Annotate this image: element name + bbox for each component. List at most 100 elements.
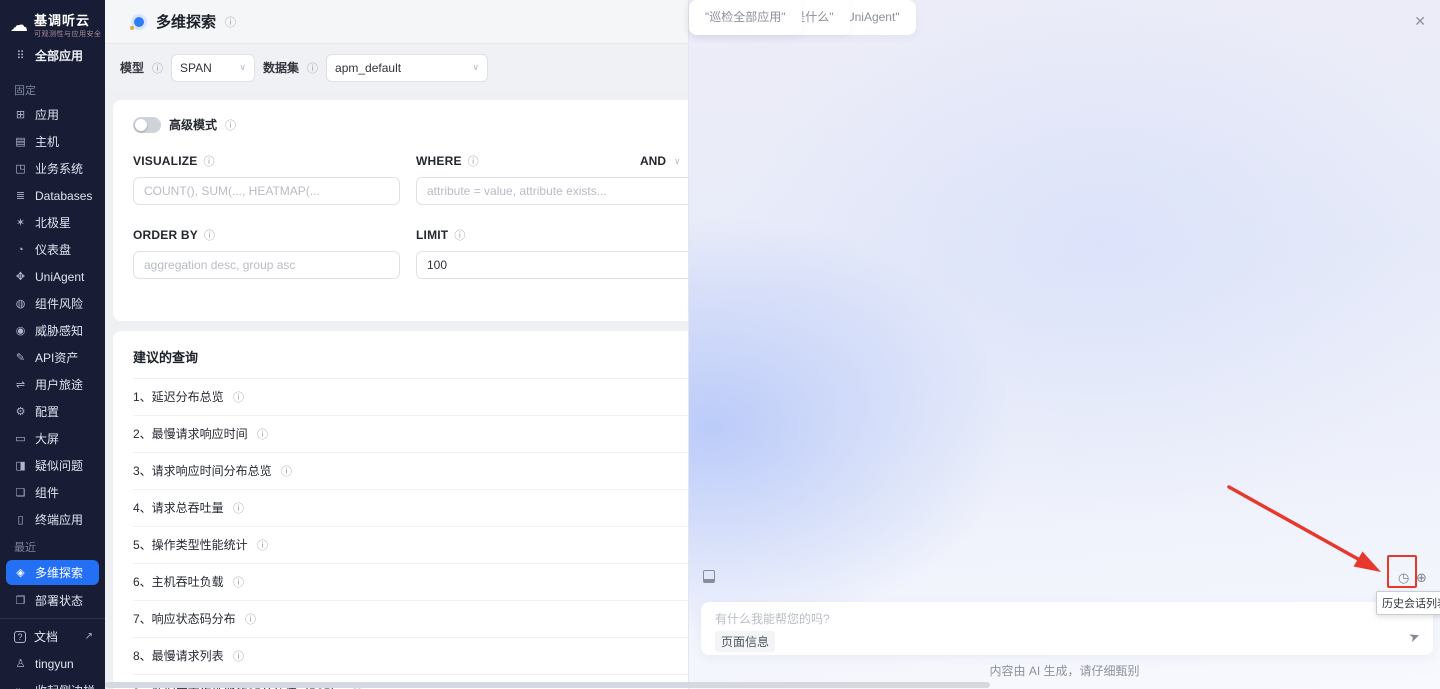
ai-suggestion-bubble[interactable]: "巡检全部应用": [689, 0, 802, 35]
info-icon[interactable]: ⓘ: [233, 392, 244, 404]
suggested-query-label: 3、请求响应时间分布总览: [133, 464, 272, 478]
page-info-chip[interactable]: 页面信息: [715, 631, 775, 652]
sidebar-item-icon: ✎: [14, 351, 27, 364]
sidebar-item[interactable]: ▭ 大屏: [0, 425, 105, 452]
sidebar-item[interactable]: ▤ 主机: [0, 128, 105, 155]
sidebar-item-icon: ◨: [14, 459, 27, 472]
model-label: 模型: [120, 59, 144, 76]
where-operator-select[interactable]: AND ∨: [640, 154, 681, 168]
chat-input-placeholder: 有什么我能帮您的吗?: [715, 610, 830, 627]
horizontal-scrollbar[interactable]: [105, 682, 990, 688]
sidebar-item[interactable]: ◈ 多维探索: [6, 560, 99, 585]
sidebar-item-icon: ▭: [14, 432, 27, 445]
sidebar-item-label: 业务系统: [35, 160, 83, 177]
sidebar-recent: ◈ 多维探索 ❐ 部署状态: [0, 558, 105, 614]
sidebar-item-label: API资产: [35, 349, 78, 366]
sidebar-item-icon: ✶: [14, 216, 27, 229]
sidebar-item-label: UniAgent: [35, 270, 84, 284]
sidebar-item-icon: ❏: [14, 486, 27, 499]
sidebar-item[interactable]: ❐ 部署状态: [0, 587, 105, 614]
sidebar-item-label: 配置: [35, 403, 59, 420]
app-logo[interactable]: ☁ 基调听云 可观测性与应用安全: [0, 0, 105, 47]
info-icon[interactable]: ⓘ: [203, 153, 214, 169]
info-icon[interactable]: ⓘ: [307, 60, 318, 76]
collapse-sidebar-icon: ⇤: [14, 684, 27, 689]
model-select-value: SPAN: [180, 61, 212, 75]
annotation-highlight-box: [1387, 555, 1417, 588]
sidebar-item-label: 大屏: [35, 430, 59, 447]
orderby-input[interactable]: [133, 251, 400, 279]
sidebar-item-label: 终端应用: [35, 511, 83, 528]
sidebar-item[interactable]: ▯ 终端应用: [0, 506, 105, 533]
info-icon[interactable]: ⓘ: [233, 577, 244, 589]
suggested-query-label: 2、最慢请求响应时间: [133, 427, 248, 441]
new-chat-icon[interactable]: ⊕: [1416, 571, 1427, 584]
info-icon[interactable]: ⓘ: [257, 429, 268, 441]
info-icon[interactable]: ⓘ: [257, 540, 268, 552]
sidebar-item-label: 组件: [35, 484, 59, 501]
send-icon[interactable]: ➤: [1407, 628, 1423, 647]
sidebar-item[interactable]: ⊞ 应用: [0, 101, 105, 128]
question-icon: ?: [14, 631, 26, 643]
close-icon[interactable]: ✕: [1414, 13, 1426, 30]
sidebar-item[interactable]: ◉ 威胁感知: [0, 317, 105, 344]
info-icon[interactable]: ⓘ: [245, 614, 256, 626]
sidebar-item[interactable]: ◍ 组件风险: [0, 290, 105, 317]
external-link-icon[interactable]: ↗: [85, 631, 93, 642]
multi-explore-badge-icon: [131, 14, 147, 30]
sidebar: ☁ 基调听云 可观测性与应用安全 ⠿ 全部应用 固定 ⊞ 应用 ▤ 主机 ◳ 业…: [0, 0, 105, 689]
info-icon[interactable]: ⓘ: [225, 14, 236, 30]
ai-suggestion-text: "巡检全部应用": [705, 10, 786, 24]
sidebar-item-label: 疑似问题: [35, 457, 83, 474]
suggested-query-label: 6、主机吞吐负载: [133, 575, 224, 589]
info-icon[interactable]: ⓘ: [233, 651, 244, 663]
info-icon[interactable]: ⓘ: [152, 60, 163, 76]
sidebar-item[interactable]: ≣ Databases: [0, 182, 105, 209]
limit-label: LIMIT: [416, 228, 448, 242]
sidebar-item-icon: ≣: [14, 189, 27, 202]
sidebar-item-docs[interactable]: ? 文档 ↗: [0, 623, 105, 650]
suggested-query-label: 7、响应状态码分布: [133, 612, 236, 626]
sidebar-item[interactable]: ✶ 北极星: [0, 209, 105, 236]
ai-assistant-panel: ☁ ✦ 观云 AI ⓘ ✕ "在Linux服务器上怎么部署UniAgent" "…: [688, 0, 1440, 689]
ai-disclaimer: 内容由 AI 生成，请仔细甄别: [689, 662, 1440, 679]
sidebar-item-label: 部署状态: [35, 592, 83, 609]
notebook-icon[interactable]: [703, 570, 715, 583]
info-icon[interactable]: ⓘ: [204, 227, 215, 243]
model-select[interactable]: SPAN ∨: [171, 54, 255, 82]
sidebar-item[interactable]: ❏ 组件: [0, 479, 105, 506]
visualize-input[interactable]: [133, 177, 400, 205]
sidebar-item[interactable]: ◨ 疑似问题: [0, 452, 105, 479]
sidebar-item-label: 用户旅途: [35, 376, 83, 393]
sidebar-item-label: 应用: [35, 106, 59, 123]
sidebar-item-label: 仪表盘: [35, 241, 71, 258]
sidebar-item-all-apps[interactable]: ⠿ 全部应用: [0, 47, 105, 64]
sidebar-item-user[interactable]: ♙ tingyun: [0, 650, 105, 677]
info-icon[interactable]: ⓘ: [454, 227, 465, 243]
chevron-down-icon: ∨: [674, 156, 681, 167]
info-icon[interactable]: ⓘ: [225, 117, 236, 133]
sidebar-item-collapse[interactable]: ⇤ 收起侧边栏: [0, 677, 105, 689]
info-icon[interactable]: ⓘ: [233, 503, 244, 515]
info-icon[interactable]: ⓘ: [468, 153, 479, 169]
sidebar-nav: ⊞ 应用 ▤ 主机 ◳ 业务系统 ≣ Databases ✶ 北极星: [0, 101, 105, 533]
sidebar-item[interactable]: ✎ API资产: [0, 344, 105, 371]
sidebar-item-label: Databases: [35, 189, 92, 203]
user-icon: ♙: [14, 657, 27, 670]
info-icon[interactable]: ⓘ: [281, 466, 292, 478]
chat-input[interactable]: 有什么我能帮您的吗? 页面信息 ➤: [701, 602, 1433, 655]
chevron-down-icon: ∨: [239, 62, 246, 73]
grid-icon: ⠿: [14, 49, 27, 62]
where-label: WHERE: [416, 154, 462, 168]
sidebar-item[interactable]: ◳ 业务系统: [0, 155, 105, 182]
dataset-label: 数据集: [263, 59, 299, 76]
suggested-query-label: 5、操作类型性能统计: [133, 538, 248, 552]
sidebar-item[interactable]: ✥ UniAgent: [0, 263, 105, 290]
dataset-select[interactable]: apm_default ∨: [326, 54, 488, 82]
sidebar-item[interactable]: ◔ 仪表盘: [0, 236, 105, 263]
suggested-query-label: 8、最慢请求列表: [133, 649, 224, 663]
sidebar-item[interactable]: ⚙ 配置: [0, 398, 105, 425]
logo-subtitle: 可观测性与应用安全: [34, 29, 102, 39]
advanced-mode-toggle[interactable]: [133, 117, 161, 133]
sidebar-item[interactable]: ⇌ 用户旅途: [0, 371, 105, 398]
